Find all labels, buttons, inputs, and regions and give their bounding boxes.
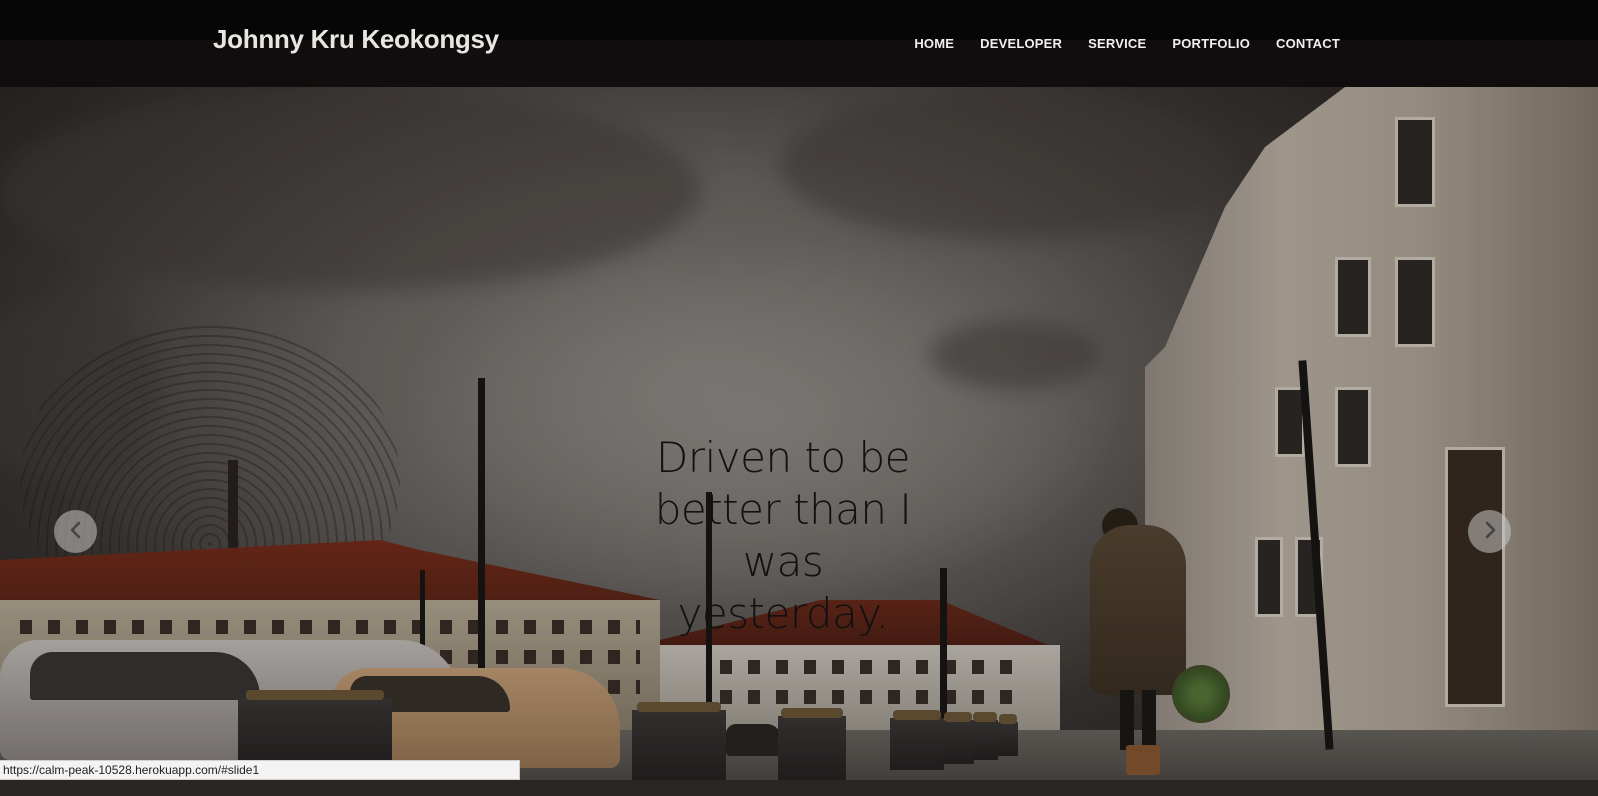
chevron-left-icon [66, 520, 86, 543]
nav-link-developer[interactable]: DEVELOPER [980, 36, 1062, 51]
carousel-next-button[interactable] [1468, 510, 1511, 553]
nav-link-home[interactable]: HOME [914, 36, 954, 51]
hero-caption: Driven to be better than I was yesterday… [654, 433, 912, 638]
navbar: Johnny Kru Keokongsy HOME DEVELOPER SERV… [0, 0, 1598, 87]
nav-link-portfolio[interactable]: PORTFOLIO [1172, 36, 1250, 51]
page-bottom-edge [0, 780, 1598, 796]
carousel-prev-button[interactable] [54, 510, 97, 553]
brand-logo-link[interactable]: Johnny Kru Keokongsy [213, 24, 499, 55]
slide-overlay [0, 0, 1598, 796]
nav-link-service[interactable]: SERVICE [1088, 36, 1146, 51]
chevron-right-icon [1480, 520, 1500, 543]
page: Driven to be better than I was yesterday… [0, 0, 1598, 796]
browser-status-url: https://calm-peak-10528.herokuapp.com/#s… [0, 760, 520, 780]
nav-link-contact[interactable]: CONTACT [1276, 36, 1340, 51]
main-nav: HOME DEVELOPER SERVICE PORTFOLIO CONTACT [914, 36, 1340, 51]
